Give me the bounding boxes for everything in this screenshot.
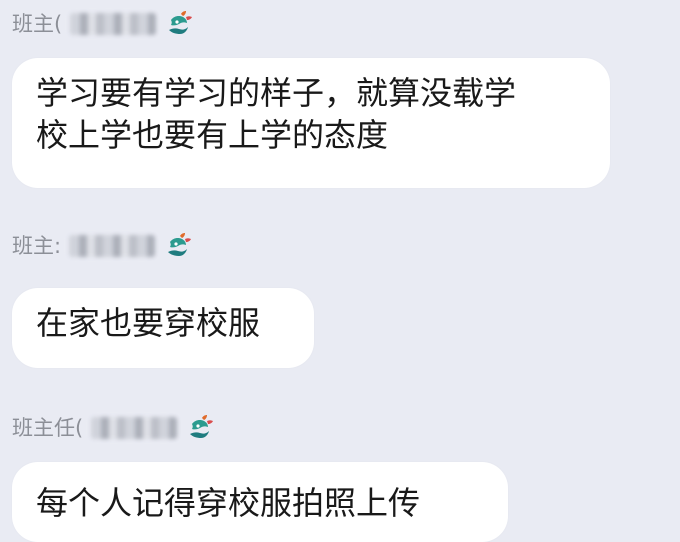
sender-name: 班主: xyxy=(12,234,62,258)
message-bubble[interactable]: 每个人记得穿校服拍照上传 xyxy=(12,462,508,542)
message-bubble[interactable]: 学习要有学习的样子，就算没载学 校上学也要有上学的态度 xyxy=(12,58,610,188)
dragon-badge-icon xyxy=(190,415,214,438)
blurred-name xyxy=(70,13,157,35)
message-text-line: 学习要有学习的样子，就算没载学 xyxy=(36,74,517,112)
sender-row: 班主: xyxy=(12,232,193,260)
sender-name: 班主任( xyxy=(12,416,84,440)
sender-row: 班主任( xyxy=(12,414,215,442)
dragon-badge-icon xyxy=(169,11,193,34)
chat-thread: 班主( 学习要有学习的样子，就算没载学 校上学也要有上学的态度 班主: 在家也要… xyxy=(0,0,680,542)
message-text-line: 在家也要穿校服 xyxy=(36,304,261,342)
message-bubble[interactable]: 在家也要穿校服 xyxy=(12,288,314,368)
message-text-line: 每个人记得穿校服拍照上传 xyxy=(36,484,421,522)
blurred-name xyxy=(91,417,178,439)
sender-row: 班主( xyxy=(12,10,194,38)
message-text-line: 校上学也要有上学的态度 xyxy=(36,116,389,155)
sender-name: 班主( xyxy=(12,12,63,36)
blurred-name xyxy=(69,235,156,257)
dragon-badge-icon xyxy=(168,233,192,256)
